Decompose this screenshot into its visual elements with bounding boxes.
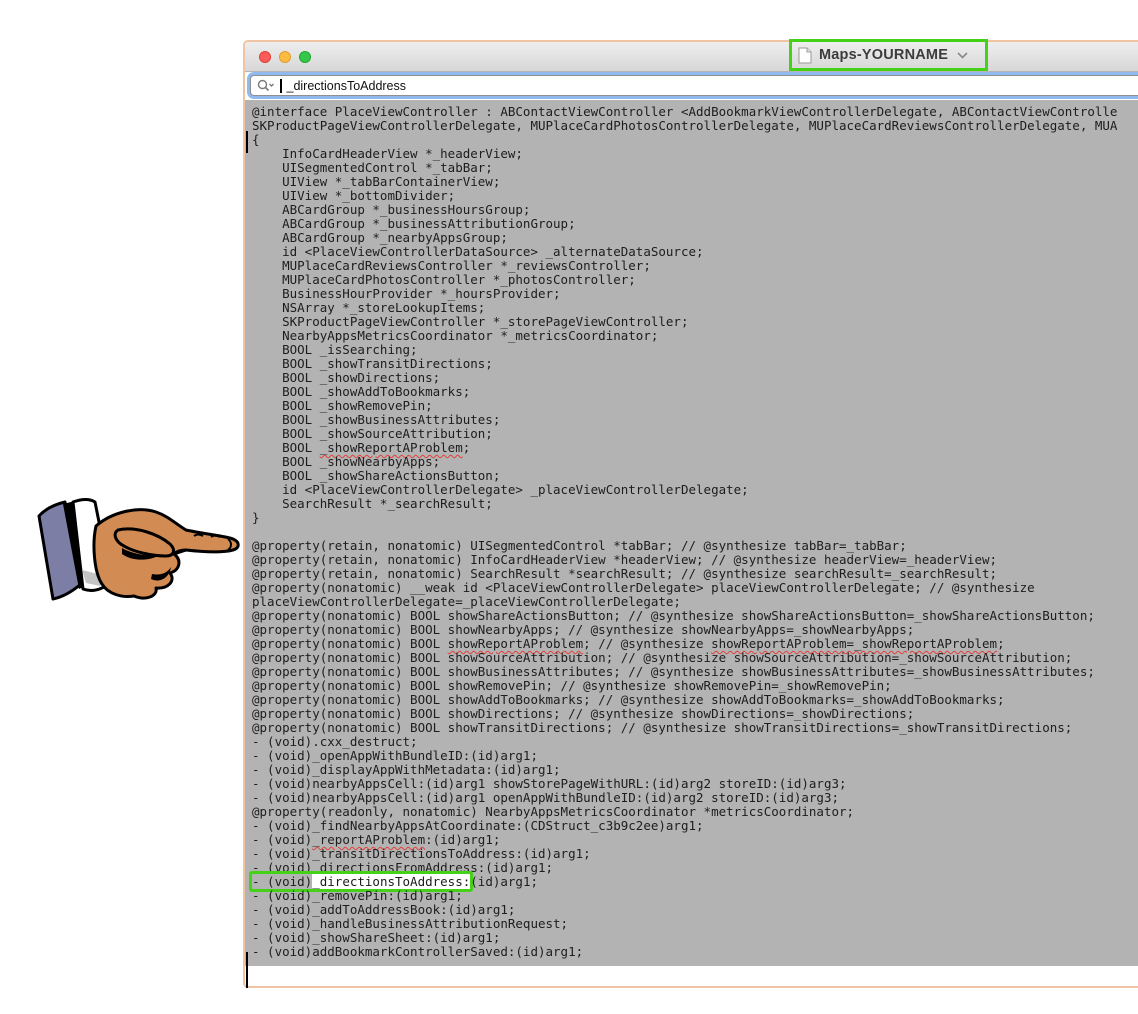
code-line: UIView *_tabBarContainerView; <box>252 174 501 189</box>
code-line: @property(nonatomic) BOOL showDirections… <box>252 706 915 721</box>
code-line: - (void)_removePin:(id)arg1; <box>252 888 463 903</box>
code-line: BOOL _showReportAProblem; <box>252 440 471 455</box>
code-line: - (void)addBookmarkControllerSaved:(id)a… <box>252 944 584 959</box>
window-controls <box>259 51 311 63</box>
code-line: @property(nonatomic) BOOL showAddToBookm… <box>252 692 1005 707</box>
code-line: BOOL _showShareActionsButton; <box>252 468 501 483</box>
code-line: MUPlaceCardReviewsController *_reviewsCo… <box>252 258 651 273</box>
code-line: @property(nonatomic) BOOL showBusinessAt… <box>252 664 1095 679</box>
text-caret <box>280 78 282 93</box>
code-line: BOOL _showAddToBookmarks; <box>252 384 471 399</box>
code-line: - (void)_addToAddressBook:(id)arg1; <box>252 902 516 917</box>
code-line: @interface PlaceViewController : ABConta… <box>252 104 1118 119</box>
code-line: - (void)nearbyAppsCell:(id)arg1 openAppW… <box>252 790 839 805</box>
code-line: @property(nonatomic) __weak id <PlaceVie… <box>252 580 1035 595</box>
code-line: @property(retain, nonatomic) InfoCardHea… <box>252 552 998 567</box>
edge-caret-top <box>246 131 248 153</box>
code-line: @property(retain, nonatomic) SearchResul… <box>252 566 998 581</box>
code-line: BusinessHourProvider *_hoursProvider; <box>252 286 561 301</box>
code-line: - (void)nearbyAppsCell:(id)arg1 showStor… <box>252 776 847 791</box>
pointing-hand-illustration <box>34 486 246 610</box>
code-line: @property(nonatomic) BOOL showReportAPro… <box>252 636 1005 651</box>
code-line: - (void)_reportAProblem:(id)arg1; <box>252 832 501 847</box>
code-line: SKProductPageViewController *_storePageV… <box>252 314 689 329</box>
misspelled-word: _reportAProblem <box>312 832 426 847</box>
code-line: { <box>252 132 260 147</box>
code-line: @property(retain, nonatomic) UISegmented… <box>252 538 907 553</box>
code-area[interactable]: @interface PlaceViewController : ABConta… <box>245 100 1138 966</box>
code-line: BOOL _showSourceAttribution; <box>252 426 493 441</box>
find-match-highlight: _directionsToAddress: <box>312 874 471 889</box>
code-line: BOOL _showDirections; <box>252 370 441 385</box>
code-line: - (void)_displayAppWithMetadata:(id)arg1… <box>252 762 561 777</box>
code-line: UIView *_bottomDivider; <box>252 188 456 203</box>
code-line: BOOL _showBusinessAttributes; <box>252 412 501 427</box>
title-annotation-box: Maps-YOURNAME <box>789 39 988 71</box>
code-line: placeViewControllerDelegate=_placeViewCo… <box>252 594 681 609</box>
zoom-button[interactable] <box>299 51 311 63</box>
code-line: BOOL _showNearbyApps; <box>252 454 441 469</box>
code-line: BOOL _isSearching; <box>252 342 418 357</box>
code-annotation-box: - (void)_directionsToAddress: <box>252 874 471 889</box>
code-line: NearbyAppsMetricsCoordinator *_metricsCo… <box>252 328 659 343</box>
code-line: @property(nonatomic) BOOL showRemovePin;… <box>252 678 892 693</box>
code-line: @property(readonly, nonatomic) NearbyApp… <box>252 804 855 819</box>
misspelled-word: _showReportAProblem <box>319 440 463 455</box>
code-line: - (void)_openAppWithBundleID:(id)arg1; <box>252 748 538 763</box>
search-icon[interactable] <box>257 79 275 92</box>
search-input[interactable]: _directionsToAddress <box>250 75 1138 96</box>
misspelled-word: showReportAProblem <box>447 636 584 651</box>
code-line: NSArray *_storeLookupItems; <box>252 300 486 315</box>
code-line: @property(nonatomic) BOOL showSourceAttr… <box>252 650 1073 665</box>
code-line: MUPlaceCardPhotosController *_photosCont… <box>252 272 636 287</box>
code-line: } <box>252 510 260 525</box>
code-line: BOOL _showTransitDirections; <box>252 356 493 371</box>
code-line: @property(nonatomic) BOOL showShareActio… <box>252 608 1095 623</box>
code-line: - (void)_transitDirectionsToAddress:(id)… <box>252 846 591 861</box>
code-line: - (void)_findNearbyAppsAtCoordinate:(CDS… <box>252 818 704 833</box>
app-window: Maps-YOURNAME _directionsToAddress @inte… <box>243 39 1138 988</box>
close-button[interactable] <box>259 51 271 63</box>
code-line: SearchResult *_searchResult; <box>252 496 493 511</box>
code-line: BOOL _showRemovePin; <box>252 398 433 413</box>
code-line: - (void)_directionsToAddress:(id)arg1; <box>252 874 538 889</box>
code-line: ABCardGroup *_nearbyAppsGroup; <box>252 230 508 245</box>
code-line: id <PlaceViewControllerDataSource> _alte… <box>252 244 704 259</box>
code-line: - (void)_directionsFromAddress:(id)arg1; <box>252 860 554 875</box>
title-chevron-icon[interactable] <box>957 51 968 59</box>
code-line: ABCardGroup *_businessAttributionGroup; <box>252 216 576 231</box>
search-query-text: _directionsToAddress <box>286 78 407 93</box>
title-bar[interactable]: Maps-YOURNAME <box>245 39 1138 72</box>
code-line: - (void).cxx_destruct; <box>252 734 418 749</box>
code-line: @property(nonatomic) BOOL showTransitDir… <box>252 720 1073 735</box>
code-line: SKProductPageViewControllerDelegate, MUP… <box>252 118 1118 133</box>
window-title[interactable]: Maps-YOURNAME <box>819 47 948 63</box>
edge-caret-bottom <box>246 952 248 988</box>
code-line: - (void)_showShareSheet:(id)arg1; <box>252 930 501 945</box>
code-line: InfoCardHeaderView *_headerView; <box>252 146 523 161</box>
code-text: @interface PlaceViewController : ABConta… <box>252 105 1138 959</box>
code-line: @property(nonatomic) BOOL showNearbyApps… <box>252 622 915 637</box>
misspelled-word: showReportAProblem=_showReportAProblem <box>711 636 998 651</box>
code-line: id <PlaceViewControllerDelegate> _placeV… <box>252 482 749 497</box>
minimize-button[interactable] <box>279 51 291 63</box>
code-line: - (void)_handleBusinessAttributionReques… <box>252 916 569 931</box>
find-bar: _directionsToAddress <box>245 72 1138 100</box>
code-line: UISegmentedControl *_tabBar; <box>252 160 493 175</box>
document-proxy-icon[interactable] <box>798 47 812 64</box>
code-line: ABCardGroup *_businessHoursGroup; <box>252 202 531 217</box>
